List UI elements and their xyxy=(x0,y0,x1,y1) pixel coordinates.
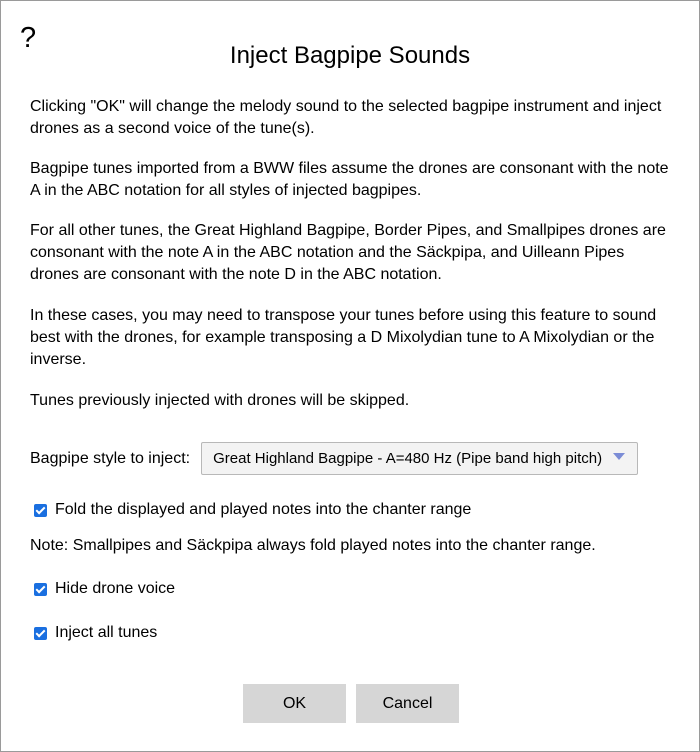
ok-button[interactable]: OK xyxy=(243,684,346,723)
hide-drone-label: Hide drone voice xyxy=(55,580,176,597)
hide-drone-option[interactable]: Hide drone voice xyxy=(34,578,175,600)
dialog-title: Inject Bagpipe Sounds xyxy=(229,42,471,69)
inject-all-option[interactable]: Inject all tunes xyxy=(34,622,157,644)
info-paragraph-transpose: In these cases, you may need to transpos… xyxy=(30,307,657,368)
bagpipe-style-label: Bagpipe style to inject: xyxy=(30,449,191,467)
fold-notes-option[interactable]: Fold the displayed and played notes into… xyxy=(34,499,471,521)
bagpipe-style-value: Great Highland Bagpipe - A=480 Hz (Pipe … xyxy=(213,450,603,467)
info-paragraph-skipped: Tunes previously injected with drones wi… xyxy=(30,392,410,409)
bagpipe-style-select[interactable]: Great Highland Bagpipe - A=480 Hz (Pipe … xyxy=(201,442,639,475)
inject-bagpipe-dialog: ? Inject Bagpipe Sounds Clicking "OK" wi… xyxy=(0,0,700,752)
inject-all-label: Inject all tunes xyxy=(55,624,158,641)
inject-all-checkbox[interactable] xyxy=(34,626,47,640)
info-paragraph-ok: Clicking "OK" will change the melody sou… xyxy=(30,98,662,137)
cancel-button[interactable]: Cancel xyxy=(356,684,459,723)
info-paragraph-drones: For all other tunes, the Great Highland … xyxy=(30,222,666,283)
fold-notes-label: Fold the displayed and played notes into… xyxy=(55,501,472,518)
chevron-down-icon xyxy=(613,453,626,460)
bagpipe-style-row: Bagpipe style to inject: Great Highland … xyxy=(30,442,639,475)
fold-notes-checkbox[interactable] xyxy=(34,503,47,517)
info-paragraph-bww: Bagpipe tunes imported from a BWW files … xyxy=(30,160,669,199)
hide-drone-checkbox[interactable] xyxy=(34,582,47,596)
fold-note-text: Note: Smallpipes and Säckpipa always fol… xyxy=(30,537,596,554)
